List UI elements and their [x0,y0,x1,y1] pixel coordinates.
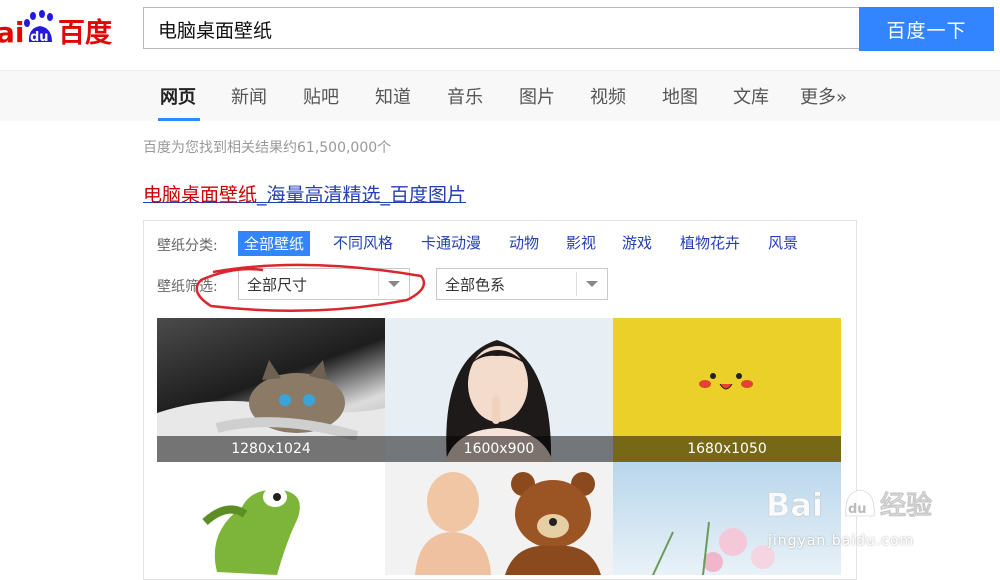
category-scenery[interactable]: 风景 [768,232,798,253]
nav-item-video[interactable]: 视频 [590,83,626,109]
thumb-flowers[interactable] [613,462,841,575]
category-animals[interactable]: 动物 [509,232,539,253]
result-count: 百度为您找到相关结果约61,500,000个 [143,140,392,156]
category-styles[interactable]: 不同风格 [333,232,393,253]
active-tab-indicator [158,118,200,121]
category-all[interactable]: 全部壁纸 [238,231,311,256]
thumb-kitten[interactable]: 1280x1024 [157,318,385,462]
chevron-down-icon [388,281,400,287]
chevron-down-icon [586,281,598,287]
category-label: 壁纸分类: [157,238,218,254]
thumb-girl[interactable]: 1600x900 [385,318,613,462]
thumb-pikachu[interactable]: 1680x1050 [613,318,841,462]
filter-label: 壁纸筛选: [157,279,218,295]
svg-text:经验: 经验 [880,490,932,521]
thumb-crocodile[interactable] [157,462,385,575]
category-film[interactable]: 影视 [566,232,596,253]
paw-icon: du [24,10,53,45]
flowers-image [652,521,775,575]
nav-item-news[interactable]: 新闻 [231,83,267,109]
nav-item-map[interactable]: 地图 [662,83,698,109]
thumb-size-label: 1280x1024 [157,436,385,462]
nav-item-images[interactable]: 图片 [519,83,555,109]
thumb-size-label: 1680x1050 [613,436,841,462]
header: ai du 百度 百度一下 [0,0,1000,70]
dropdown-divider [576,272,577,296]
color-filter-dropdown[interactable]: 全部色系 [436,268,608,300]
nav-item-music[interactable]: 音乐 [447,83,483,109]
watermark-url: jingyan.baidu.com [768,533,915,549]
nav-item-zhidao[interactable]: 知道 [375,83,411,109]
size-filter-dropdown[interactable]: 全部尺寸 [238,268,410,300]
search-button[interactable]: 百度一下 [859,7,994,51]
nav-item-tieba[interactable]: 贴吧 [303,83,339,109]
category-games[interactable]: 游戏 [622,232,652,253]
category-cartoon[interactable]: 卡通动漫 [421,232,481,253]
logo-text-ai: ai [0,16,25,49]
nav-item-wenku[interactable]: 文库 [733,83,769,109]
dropdown-divider [378,272,379,296]
search-box [143,7,859,49]
nav-item-more[interactable]: 更多» [800,83,847,109]
result-title-rest: _海量高清精选_百度图片 [257,184,467,206]
result-title-keyword: 电脑桌面壁纸 [143,184,258,206]
size-filter-value: 全部尺寸 [247,276,308,294]
category-plants[interactable]: 植物花卉 [680,232,740,253]
logo-text-du: du [30,30,49,45]
color-filter-value: 全部色系 [445,276,506,294]
thumb-size-label: 1600x900 [385,436,613,462]
result-title-link[interactable]: 电脑桌面壁纸_海量高清精选_百度图片 [143,180,466,207]
crocodile-image [202,487,300,575]
baidu-logo[interactable]: ai du 百度 [0,8,125,52]
search-input[interactable] [156,9,850,49]
nav-item-web[interactable]: 网页 [160,83,196,109]
logo-text-cn: 百度 [58,17,112,49]
baby-teddy-image [415,472,601,575]
nav-bar: 网页 新闻 贴吧 知道 音乐 图片 视频 地图 文库 更多» [0,70,1000,121]
thumb-baby[interactable] [385,462,613,575]
